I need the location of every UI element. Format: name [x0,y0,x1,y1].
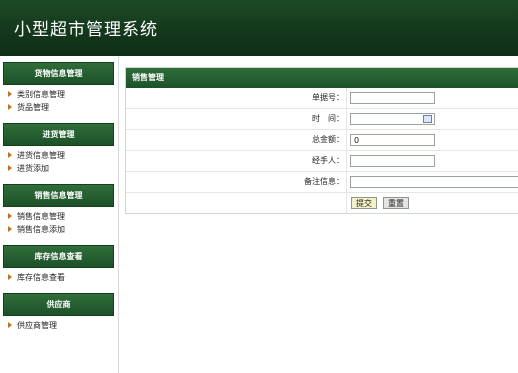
sidebar-item-label: 库存信息查看 [17,273,65,282]
sidebar-section-sales: 销售信息管理 销售信息管理 销售信息添加 [0,184,118,239]
sidebar-section-goods: 货物信息管理 类别信息管理 货品管理 [0,62,118,117]
sidebar-item-stock[interactable]: 库存信息查看 [0,271,118,284]
sidebar-section-title[interactable]: 销售信息管理 [3,184,114,207]
arrow-right-icon [8,104,12,110]
sidebar-item-purchase-manage[interactable]: 进货信息管理 [0,149,118,162]
order-no-label: 单据号： [312,93,344,102]
arrow-right-icon [8,165,12,171]
form-row-time: 时 间： [126,109,518,130]
arrow-right-icon [8,152,12,158]
sidebar-item-supplier[interactable]: 供应商管理 [0,319,118,332]
time-label: 时 间： [312,114,344,123]
app-title: 小型超市管理系统 [14,20,158,40]
sidebar-item-label: 货品管理 [17,103,49,112]
form-row-total: 总金额： [126,130,518,151]
sidebar-item-label: 销售信息管理 [17,212,65,221]
sidebar-section-supplier: 供应商 供应商管理 [0,293,118,335]
sidebar-item-category[interactable]: 类别信息管理 [0,88,118,101]
sidebar-item-label: 类别信息管理 [17,90,65,99]
sidebar-item-goods[interactable]: 货品管理 [0,101,118,114]
sidebar-item-label: 进货信息管理 [17,151,65,160]
handler-input[interactable] [350,155,435,167]
form-row-order-no: 单据号： [126,88,518,109]
remark-input[interactable] [350,176,518,188]
panel-title: 销售管理 [126,68,518,88]
app-header: 小型超市管理系统 [0,0,518,56]
remark-label: 备注信息： [304,177,344,186]
form-row-remark: 备注信息： [126,172,518,193]
sales-form-panel: 销售管理 单据号： 时 间： 总金额： 经手人： 备注信息： 提交 重置 [125,67,518,214]
sidebar-section-stock: 库存信息查看 库存信息查看 [0,245,118,287]
sidebar-section-title[interactable]: 货物信息管理 [3,62,114,85]
sidebar-item-purchase-add[interactable]: 进货添加 [0,162,118,175]
handler-label: 经手人： [312,156,344,165]
sidebar-item-sales-manage[interactable]: 销售信息管理 [0,210,118,223]
sidebar-item-sales-add[interactable]: 销售信息添加 [0,223,118,236]
form-row-actions: 提交 重置 [126,193,518,213]
calendar-icon[interactable] [423,115,432,123]
sidebar-item-label: 供应商管理 [17,321,57,330]
form-row-handler: 经手人： [126,151,518,172]
arrow-right-icon [8,322,12,328]
sidebar-item-label: 销售信息添加 [17,225,65,234]
arrow-right-icon [8,226,12,232]
sidebar-section-purchase: 进货管理 进货信息管理 进货添加 [0,123,118,178]
arrow-right-icon [8,274,12,280]
sidebar-section-title[interactable]: 库存信息查看 [3,245,114,268]
sidebar-section-title[interactable]: 进货管理 [3,123,114,146]
total-input[interactable] [350,134,435,146]
sidebar-section-title[interactable]: 供应商 [3,293,114,316]
sidebar-item-label: 进货添加 [17,164,49,173]
arrow-right-icon [8,91,12,97]
arrow-right-icon [8,213,12,219]
total-label: 总金额： [312,135,344,144]
reset-button[interactable]: 重置 [383,197,409,209]
submit-button[interactable]: 提交 [351,197,377,209]
order-no-input[interactable] [350,92,435,104]
sidebar: 货物信息管理 类别信息管理 货品管理 进货管理 进货信息管理 进货添加 销售信息… [0,56,119,373]
